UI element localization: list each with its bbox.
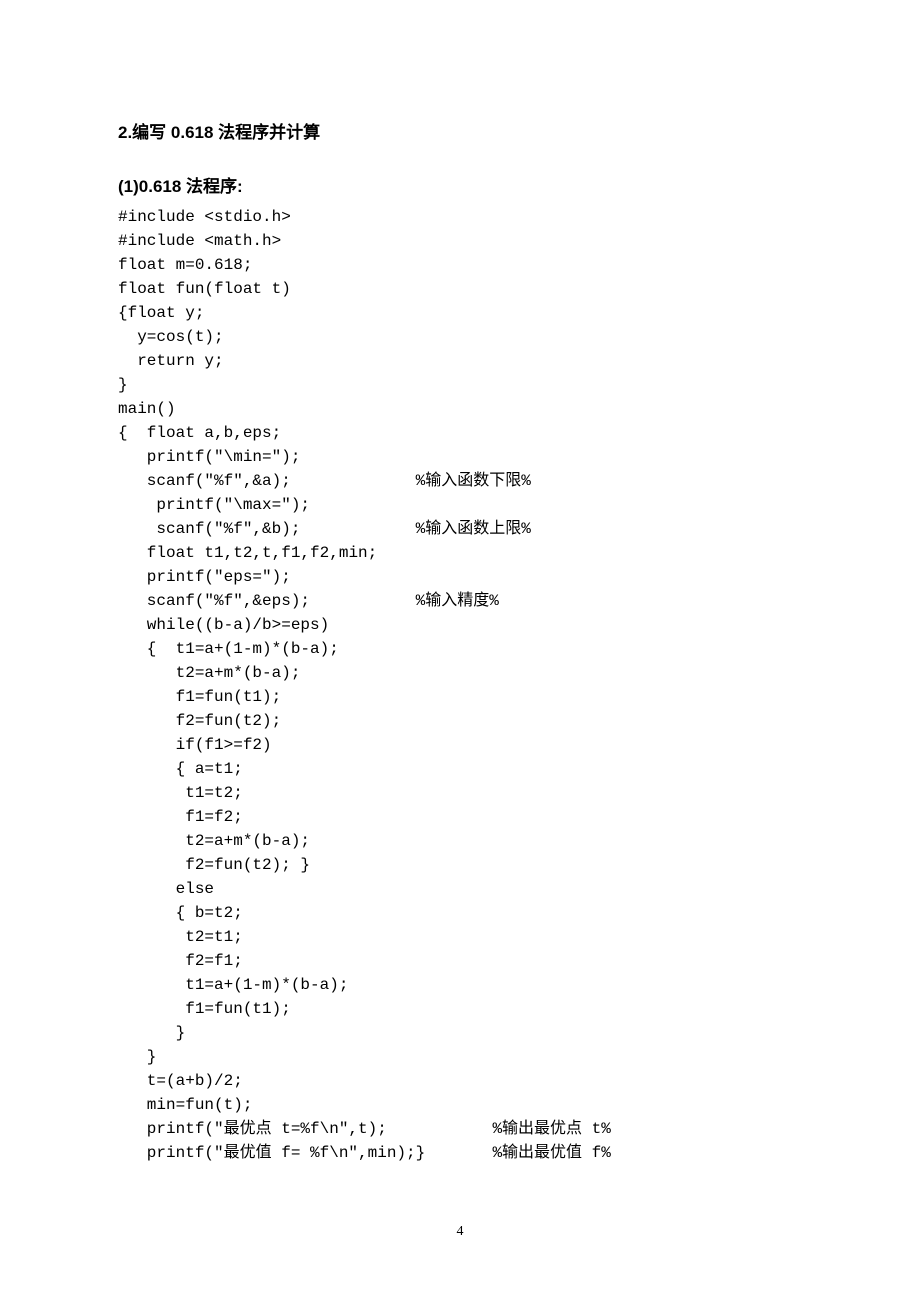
document-page: 2.编写 0.618 法程序并计算 (1)0.618 法程序: #include… <box>0 0 920 1302</box>
section-heading: 2.编写 0.618 法程序并计算 <box>118 120 802 146</box>
code-block: #include <stdio.h> #include <math.h> flo… <box>118 205 802 1165</box>
page-number: 4 <box>0 1221 920 1242</box>
subsection-heading: (1)0.618 法程序: <box>118 174 802 200</box>
